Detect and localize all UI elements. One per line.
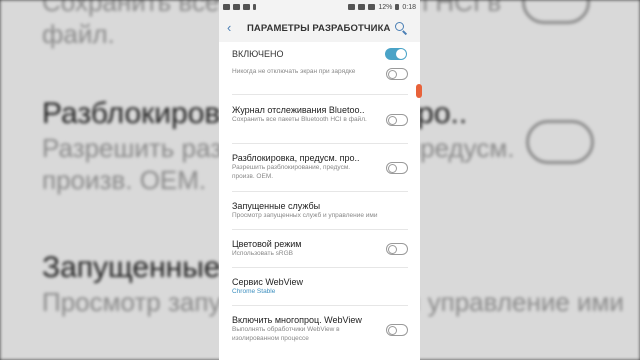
divider	[232, 191, 408, 192]
toggle-switch[interactable]	[386, 68, 408, 80]
list-item-color-mode[interactable]: Цветовой режим Использовать sRGB	[232, 238, 408, 259]
telegram-icon	[243, 4, 250, 10]
list-item-subtitle: Просмотр запущенных служб и управление и…	[232, 212, 378, 219]
master-switch-label: ВКЛЮЧЕНО	[232, 49, 284, 59]
list-item-oem-unlock[interactable]: Разблокировка, предусм. про.. Разрешить …	[232, 152, 408, 181]
toggle-switch[interactable]	[386, 324, 408, 336]
search-icon[interactable]	[394, 21, 408, 35]
status-bar: 12% 0:18	[219, 0, 420, 14]
list-item-subtitle: Сохранить все пакеты Bluetooth HCI в фай…	[232, 116, 367, 123]
list-item-title: Запущенные службы	[232, 201, 321, 211]
back-button[interactable]: ‹	[227, 14, 247, 42]
clock: 0:18	[402, 3, 416, 11]
divider	[232, 229, 408, 230]
page-title: ПАРАМЕТРЫ РАЗРАБОТЧИКА	[247, 22, 391, 34]
settings-list: Никогда не отключать экран при зарядке Ж…	[219, 66, 420, 360]
list-item-stay-awake[interactable]: Никогда не отключать экран при зарядке	[232, 68, 408, 80]
list-item-subtitle: Разрешить разблокирование, предусм. прои…	[232, 164, 351, 180]
divider	[232, 305, 408, 306]
list-item-subtitle: Никогда не отключать экран при зарядке	[232, 68, 356, 75]
scrollbar-handle[interactable]	[416, 84, 422, 98]
signal-icon	[368, 4, 376, 10]
developer-options-master-switch[interactable]: ВКЛЮЧЕНО	[219, 42, 420, 66]
list-item-title: Включить многопроц. WebView	[232, 315, 362, 325]
divider	[232, 143, 408, 144]
system-icons: 12% 0:18	[348, 4, 416, 11]
list-item-webview-service[interactable]: Сервис WebView Chrome Stable	[232, 276, 408, 297]
youtube-icon	[223, 4, 230, 10]
toggle-switch[interactable]	[386, 162, 408, 174]
wifi-icon	[358, 4, 366, 10]
app-bar: ‹ ПАРАМЕТРЫ РАЗРАБОТЧИКА	[219, 14, 420, 42]
list-item-title: Разблокировка, предусм. про..	[232, 153, 360, 163]
battery-level: 12%	[378, 3, 393, 11]
list-item-title: Журнал отслеживания Bluetoo..	[232, 105, 365, 115]
toggle-switch[interactable]	[386, 114, 408, 126]
divider	[232, 94, 408, 95]
phone-screen: 12% 0:18 ‹ ПАРАМЕТРЫ РАЗРАБОТЧИКА ВКЛЮЧЕ…	[219, 0, 420, 360]
bg-toggle	[522, 0, 590, 24]
list-item-multiprocess-webview[interactable]: Включить многопроц. WebView Выполнять об…	[232, 314, 408, 343]
bg-toggle	[526, 120, 594, 164]
master-toggle[interactable]	[385, 48, 407, 60]
divider	[232, 267, 408, 268]
alarm-icon	[348, 4, 356, 10]
list-item-subtitle: Выполнять обработчики WebView в изолиров…	[232, 326, 340, 342]
list-item-title: Цветовой режим	[232, 239, 302, 249]
list-item-bluetooth-hci-log[interactable]: Журнал отслеживания Bluetoo.. Сохранить …	[232, 104, 408, 126]
battery-icon	[395, 4, 400, 10]
list-item-running-services[interactable]: Запущенные службы Просмотр запущенных сл…	[232, 200, 408, 221]
list-item-value: Chrome Stable	[232, 288, 276, 295]
list-item-title: Сервис WebView	[232, 277, 304, 287]
gallery-icon	[233, 4, 240, 10]
list-item-subtitle: Использовать sRGB	[232, 250, 293, 257]
toggle-switch[interactable]	[386, 243, 408, 255]
more-icon	[253, 4, 256, 10]
notification-icons	[223, 4, 256, 10]
